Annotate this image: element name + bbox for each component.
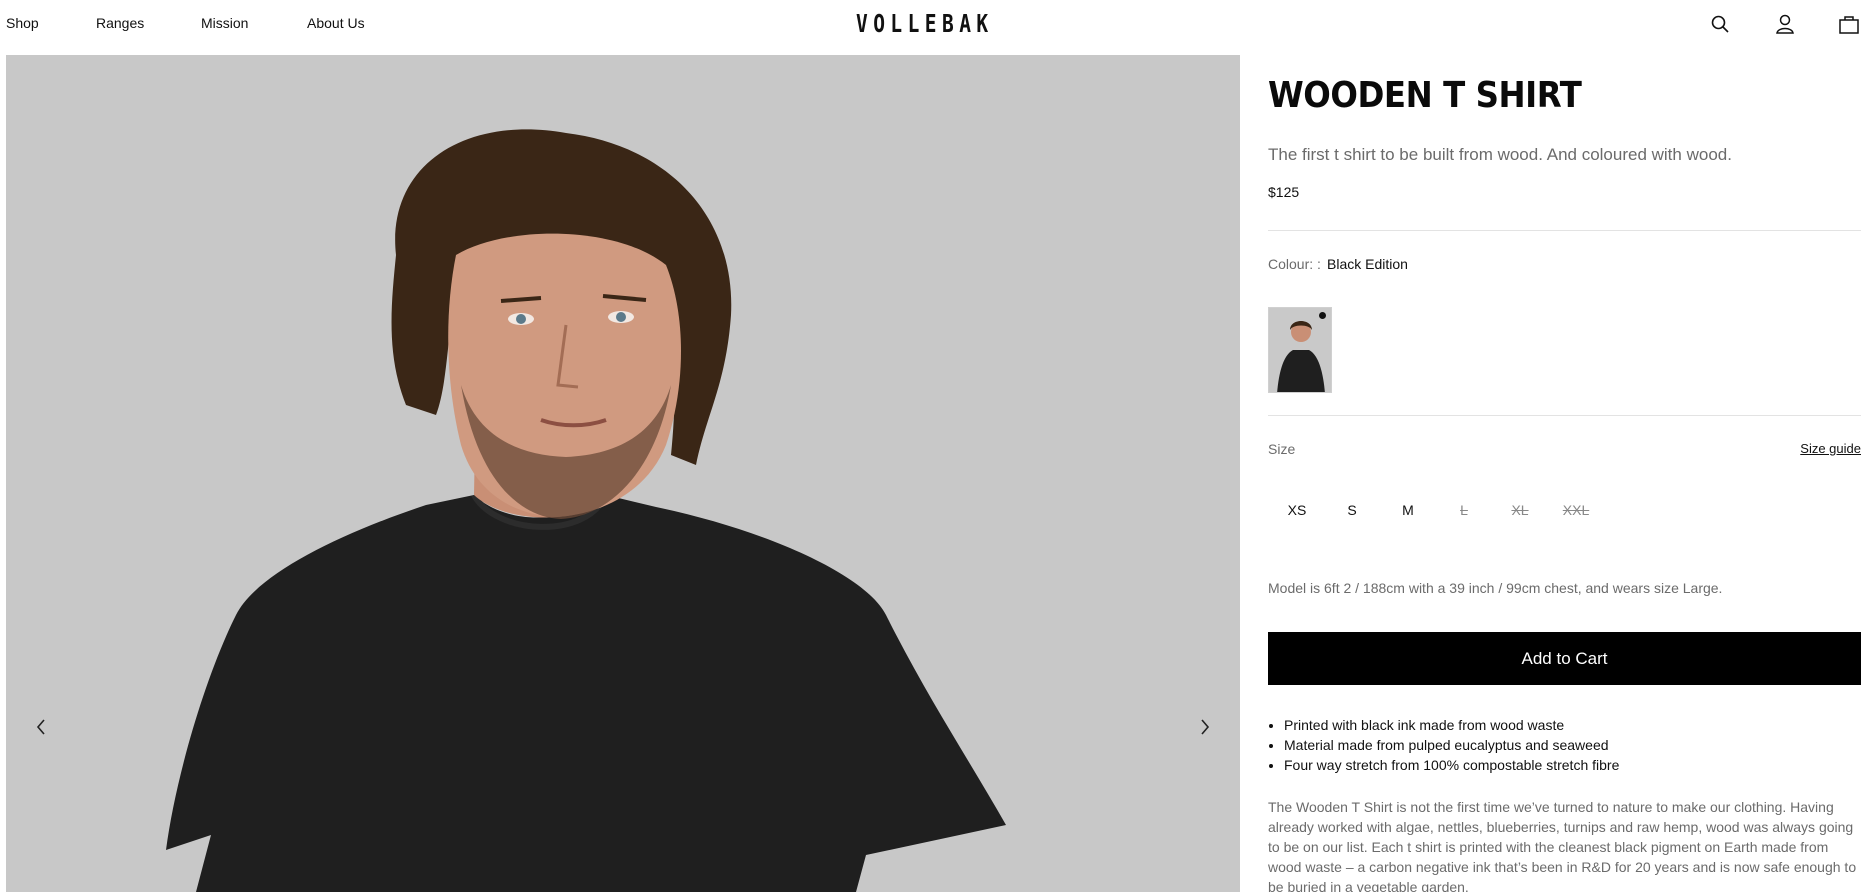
selected-indicator	[1319, 312, 1326, 319]
size-option-xs[interactable]: XS	[1277, 502, 1317, 518]
size-guide-link[interactable]: Size guide	[1800, 441, 1861, 456]
feature-item: Four way stretch from 100% compostable s…	[1284, 755, 1619, 775]
product-photo	[166, 129, 1006, 892]
nav-ranges[interactable]: Ranges	[96, 15, 144, 31]
size-option-m[interactable]: M	[1388, 502, 1428, 518]
search-icon[interactable]	[1709, 13, 1731, 35]
nav-shop[interactable]: Shop	[6, 15, 39, 31]
product-subtitle: The first t shirt to be built from wood.…	[1268, 145, 1732, 164]
size-option-s[interactable]: S	[1332, 502, 1372, 518]
feature-list: Printed with black ink made from wood wa…	[1284, 715, 1619, 775]
site-header: Shop Ranges Mission About Us VOLLEBAK	[0, 0, 1869, 46]
colour-swatch-black[interactable]	[1268, 307, 1332, 393]
chevron-right-icon	[1201, 719, 1210, 735]
product-title: WOODEN T SHIRT	[1268, 75, 1582, 116]
bag-icon[interactable]	[1838, 13, 1860, 35]
chevron-left-icon	[36, 719, 45, 735]
size-label: Size	[1268, 441, 1296, 457]
size-option-xxl[interactable]: XXL	[1556, 502, 1596, 518]
add-to-cart-button[interactable]: Add to Cart	[1268, 632, 1861, 685]
swatch-thumbnail	[1269, 308, 1331, 392]
feature-item: Printed with black ink made from wood wa…	[1284, 715, 1619, 735]
product-gallery	[6, 55, 1240, 892]
model-size-note: Model is 6ft 2 / 188cm with a 39 inch / …	[1268, 580, 1723, 596]
product-price: $125	[1268, 184, 1300, 200]
feature-item: Material made from pulped eucalyptus and…	[1284, 735, 1619, 755]
gallery-prev-button[interactable]	[26, 707, 56, 747]
product-description: The Wooden T Shirt is not the first time…	[1268, 799, 1857, 892]
nav-about-us[interactable]: About Us	[307, 15, 365, 31]
size-option-l[interactable]: L	[1444, 502, 1484, 518]
colour-value: Black Edition	[1327, 256, 1408, 272]
nav-mission[interactable]: Mission	[201, 15, 248, 31]
divider	[1268, 415, 1861, 416]
size-option-xl[interactable]: XL	[1500, 502, 1540, 518]
divider	[1268, 230, 1861, 231]
gallery-next-button[interactable]	[1190, 707, 1220, 747]
colour-label: Colour: :	[1268, 256, 1321, 272]
brand-logo[interactable]: VOLLEBAK	[856, 9, 994, 38]
account-icon[interactable]	[1774, 13, 1796, 35]
